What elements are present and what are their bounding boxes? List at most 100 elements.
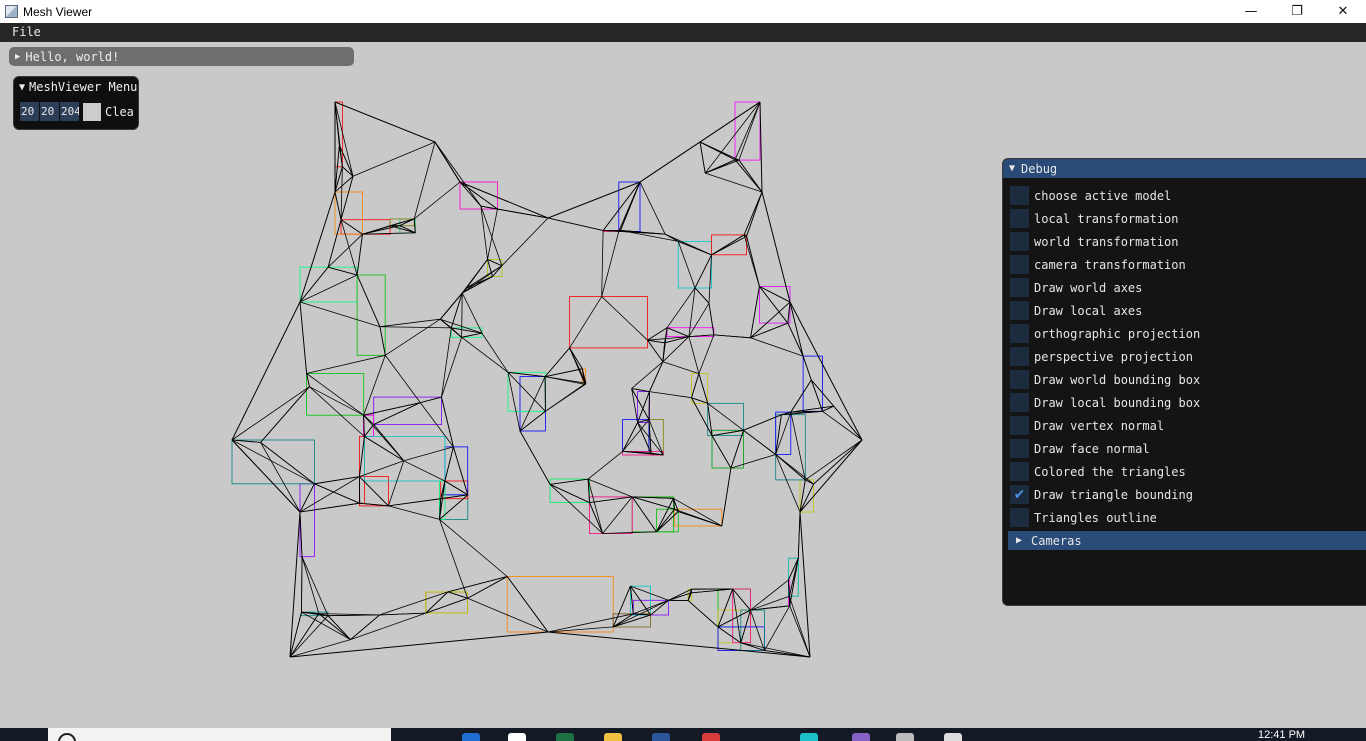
color-r-input[interactable]: 20 — [20, 102, 39, 121]
mesh-edge — [461, 292, 463, 338]
taskbar-app-icon[interactable] — [852, 733, 870, 741]
debug-option-row[interactable]: local transformation — [1003, 207, 1366, 230]
mesh-edge — [447, 591, 468, 599]
mesh-edge — [694, 254, 712, 289]
debug-option-row[interactable]: ✔ Draw triangle bounding — [1003, 483, 1366, 506]
debug-option-row[interactable]: world transformation — [1003, 230, 1366, 253]
mesh-edge — [649, 361, 664, 392]
checkbox[interactable] — [1010, 347, 1029, 366]
mesh-edge — [334, 191, 342, 220]
taskbar-app-icon[interactable] — [556, 733, 574, 741]
mesh-edge — [364, 436, 405, 462]
triangle-bounding-box — [363, 414, 375, 437]
checkbox[interactable] — [1010, 393, 1029, 412]
app-icon — [5, 5, 18, 18]
mesh-edge — [480, 206, 488, 260]
debug-option-row[interactable]: perspective projection — [1003, 345, 1366, 368]
search-icon — [58, 733, 76, 741]
menu-file[interactable]: File — [12, 25, 41, 39]
mesh-edge — [620, 181, 641, 231]
checkbox[interactable] — [1010, 508, 1029, 527]
mesh-edge — [822, 410, 863, 441]
debug-option-row[interactable]: orthographic projection — [1003, 322, 1366, 345]
mesh-edge — [545, 382, 587, 412]
debug-option-row[interactable]: Colored the triangles — [1003, 460, 1366, 483]
minimize-button[interactable]: — — [1228, 0, 1274, 23]
mesh-edge — [403, 446, 454, 462]
meshviewer-menu-header[interactable]: ▼ MeshViewer Menu — [14, 77, 138, 97]
mesh-edge — [775, 414, 782, 455]
taskbar-app-icon[interactable] — [462, 733, 480, 741]
taskbar-app-icon[interactable] — [508, 733, 526, 741]
cameras-label: Cameras — [1031, 533, 1082, 548]
checkbox[interactable] — [1010, 232, 1029, 251]
mesh-edge — [444, 446, 454, 482]
taskbar-app-icon[interactable] — [800, 733, 818, 741]
debug-option-row[interactable]: Draw world bounding box — [1003, 368, 1366, 391]
debug-option-label: choose active model — [1034, 188, 1172, 203]
mesh-edge — [743, 429, 776, 455]
mesh-edge — [759, 286, 789, 324]
mesh-edge — [388, 505, 440, 520]
window-title: Mesh Viewer — [23, 4, 93, 19]
debug-option-row[interactable]: camera transformation — [1003, 253, 1366, 276]
checkbox[interactable] — [1010, 370, 1029, 389]
checkbox[interactable] — [1010, 439, 1029, 458]
debug-option-row[interactable]: Draw local bounding box — [1003, 391, 1366, 414]
debug-option-row[interactable]: Triangles outline — [1003, 506, 1366, 529]
taskbar-search-box[interactable] — [48, 728, 391, 741]
triangle-bounding-box — [549, 478, 590, 504]
debug-option-row[interactable]: Draw face normal — [1003, 437, 1366, 460]
restore-button[interactable]: ❐ — [1274, 0, 1320, 23]
taskbar-app-icon[interactable] — [702, 733, 720, 741]
debug-option-row[interactable]: Draw vertex normal — [1003, 414, 1366, 437]
checkbox[interactable] — [1010, 324, 1029, 343]
mesh-edge — [569, 347, 586, 385]
taskbar-app-icon[interactable] — [652, 733, 670, 741]
mesh-edge — [622, 422, 638, 452]
taskbar-clock: 12:41 PM — [1258, 729, 1306, 741]
mesh-edge — [327, 615, 351, 640]
checkbox[interactable] — [1010, 416, 1029, 435]
triangle-bounding-box — [717, 588, 751, 628]
debug-option-label: local transformation — [1034, 211, 1179, 226]
debug-option-label: Draw vertex normal — [1034, 418, 1165, 433]
mesh-edge — [750, 286, 760, 338]
mesh-edge — [231, 386, 310, 441]
mesh-edge — [340, 176, 354, 220]
triangle-bounding-boxes — [231, 101, 823, 651]
collapse-arrow-icon: ▶ — [1016, 535, 1023, 546]
mesh-edge — [750, 322, 788, 339]
mesh-edge — [687, 600, 719, 628]
checkbox[interactable] — [1010, 301, 1029, 320]
hello-world-window[interactable]: ▶ Hello, world! — [9, 47, 354, 66]
meshviewer-menu-window: ▼ MeshViewer Menu 20 20 204 Clea — [13, 76, 139, 130]
color-b-input[interactable]: 204 — [60, 102, 79, 121]
mesh-edge — [587, 478, 633, 498]
taskbar-app-icon[interactable] — [604, 733, 622, 741]
checkbox[interactable] — [1010, 462, 1029, 481]
taskbar-app-icon[interactable] — [896, 733, 914, 741]
debug-option-label: Triangles outline — [1034, 510, 1157, 525]
cameras-header[interactable]: ▶ Cameras — [1008, 531, 1366, 550]
mesh-edge — [373, 402, 421, 425]
debug-option-row[interactable]: Draw local axes — [1003, 299, 1366, 322]
checkbox-checked[interactable]: ✔ — [1010, 485, 1029, 504]
mesh-edge — [379, 326, 452, 329]
checkbox[interactable] — [1010, 209, 1029, 228]
clear-color-swatch[interactable] — [83, 102, 101, 121]
mesh-edge — [612, 585, 631, 628]
debug-header[interactable]: ▼ Debug — [1003, 159, 1366, 178]
mesh-edge — [388, 498, 441, 507]
triangle-bounding-box — [732, 588, 751, 644]
mesh-edge — [314, 483, 360, 504]
debug-title: Debug — [1021, 161, 1058, 176]
checkbox[interactable] — [1010, 255, 1029, 274]
close-button[interactable]: ✕ — [1320, 0, 1366, 23]
debug-option-row[interactable]: choose active model — [1003, 184, 1366, 207]
debug-option-row[interactable]: Draw world axes — [1003, 276, 1366, 299]
taskbar-app-icon[interactable] — [944, 733, 962, 741]
checkbox[interactable] — [1010, 278, 1029, 297]
checkbox[interactable] — [1010, 186, 1029, 205]
color-g-input[interactable]: 20 — [40, 102, 59, 121]
